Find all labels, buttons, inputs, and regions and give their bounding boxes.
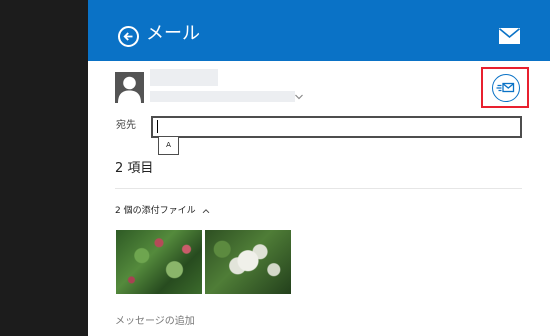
to-label: 宛先	[116, 120, 136, 131]
text-caret	[157, 120, 158, 133]
page-title: メール	[146, 23, 200, 44]
from-address-selector[interactable]	[150, 91, 295, 102]
back-arrow-icon	[123, 32, 133, 41]
background-dark-area	[0, 0, 88, 336]
send-button[interactable]	[492, 74, 520, 102]
divider	[115, 188, 522, 189]
items-count: 2 項目	[115, 161, 154, 176]
chevron-up-icon	[203, 208, 210, 213]
person-icon	[118, 76, 141, 103]
attachments-label: 2 個の添付ファイル	[115, 206, 196, 216]
to-input[interactable]	[151, 116, 522, 138]
mail-compose-pane: メール 宛先 A 2 項目 2 個の添付ファイル メッセージの追加	[88, 0, 550, 336]
from-name	[150, 69, 218, 86]
ime-mode-indicator: A	[158, 136, 179, 155]
chevron-down-icon[interactable]	[294, 93, 304, 101]
attachment-thumbnail-2[interactable]	[205, 230, 291, 294]
attachment-thumbnail-1[interactable]	[116, 230, 202, 294]
app-header: メール	[88, 0, 550, 61]
attachments-toggle[interactable]: 2 個の添付ファイル	[115, 205, 210, 217]
back-button[interactable]	[118, 26, 139, 47]
send-mail-icon	[496, 82, 515, 93]
message-body-placeholder[interactable]: メッセージの追加	[115, 316, 195, 328]
avatar	[115, 72, 144, 103]
mail-icon[interactable]	[499, 28, 520, 44]
